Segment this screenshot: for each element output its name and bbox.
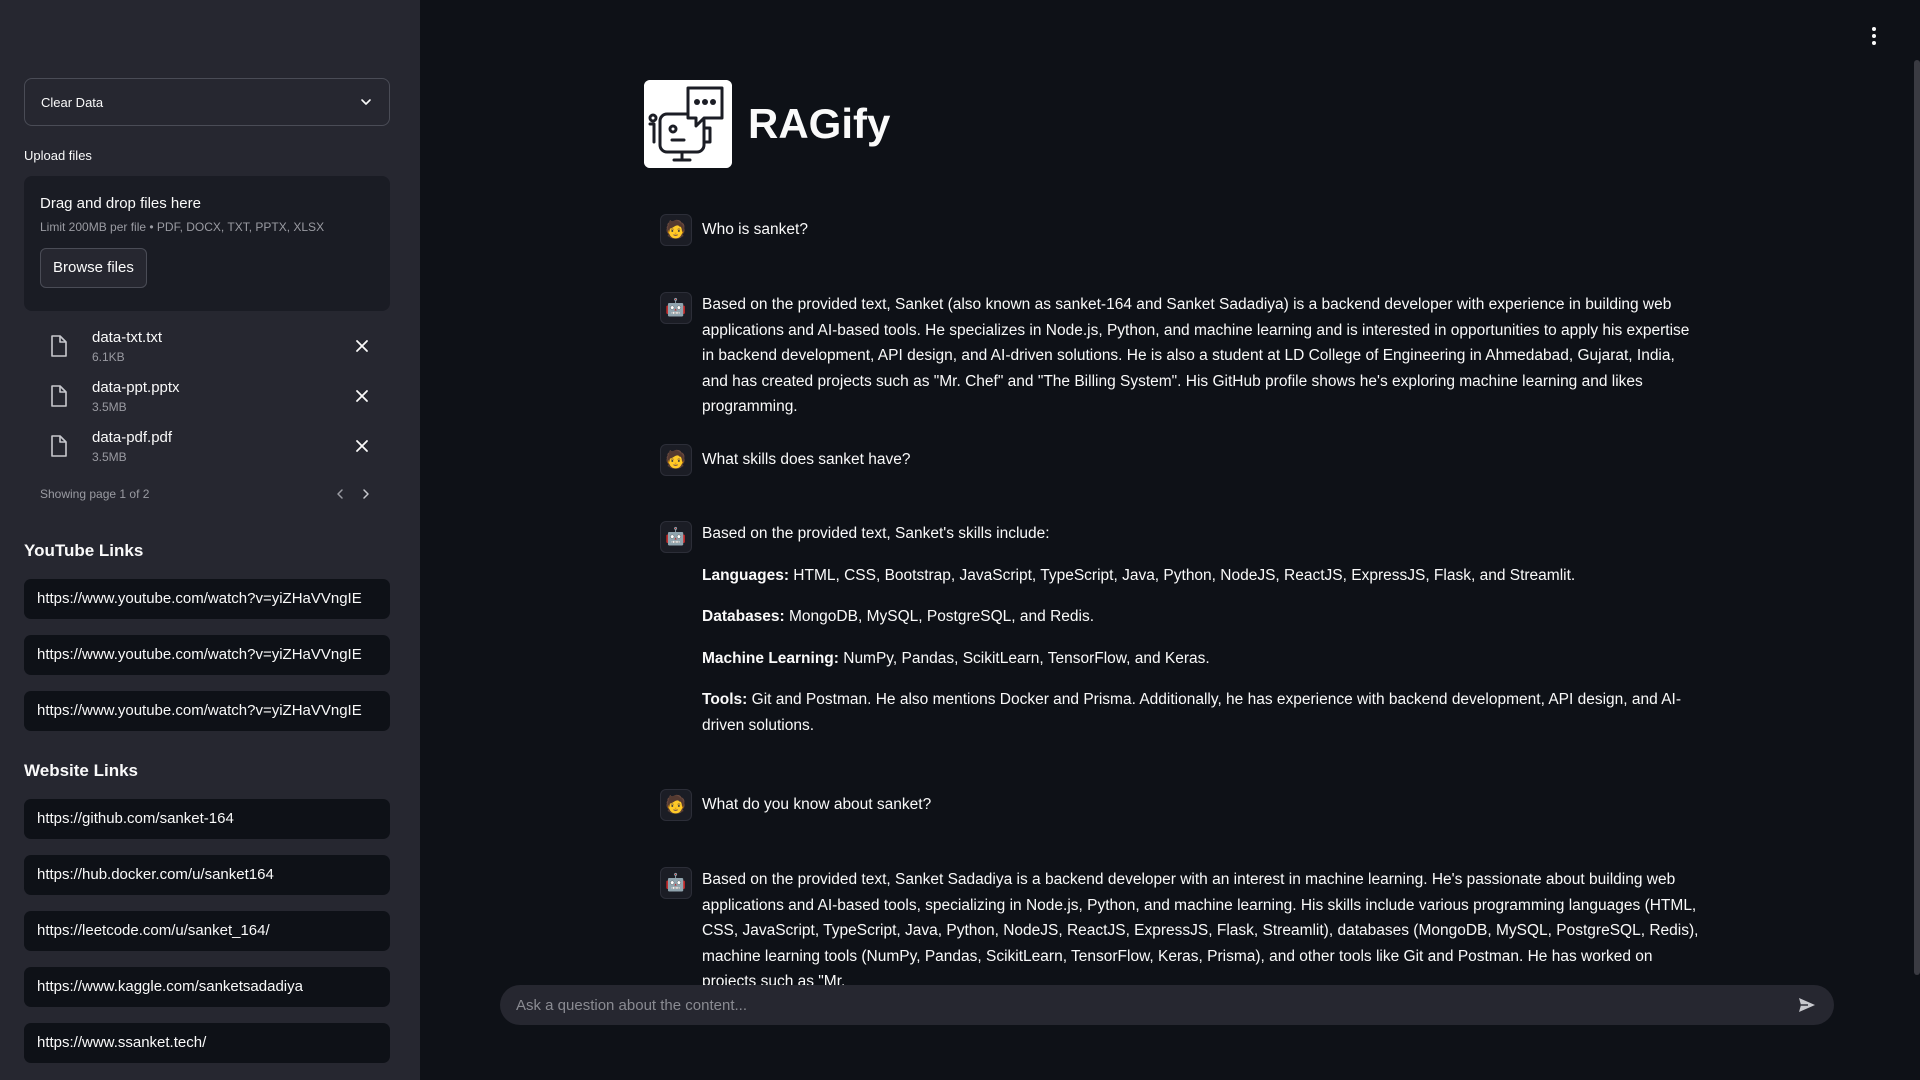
skill-item: Databases: MongoDB, MySQL, PostgreSQL, a… (702, 604, 1702, 630)
assistant-message: 🤖 Based on the provided text, Sanket's s… (660, 521, 1720, 738)
youtube-link-input[interactable]: https://www.youtube.com/watch?v=yiZHaVVn… (24, 635, 390, 675)
youtube-links-heading: YouTube Links (24, 541, 144, 560)
main-area: RAGify 🧑 Who is sanket? 🤖 Based on the p… (420, 0, 1920, 1080)
website-link-input[interactable]: https://www.kaggle.com/sanketsadadiya (24, 967, 390, 1007)
upload-files-label: Upload files (24, 148, 92, 163)
user-message: 🧑 Who is sanket? (660, 214, 1720, 246)
skill-item: Languages: HTML, CSS, Bootstrap, JavaScr… (702, 563, 1702, 589)
file-dropzone[interactable]: Drag and drop files here Limit 200MB per… (24, 176, 390, 311)
assistant-avatar: 🤖 (660, 867, 692, 899)
skill-text: HTML, CSS, Bootstrap, JavaScript, TypeSc… (788, 566, 1576, 584)
file-size: 3.5MB (92, 449, 127, 464)
menu-dot (1872, 34, 1876, 38)
file-icon (51, 435, 67, 457)
chevron-down-icon (361, 99, 371, 105)
message-intro: Based on the provided text, Sanket's ski… (702, 525, 1050, 542)
previous-page-button[interactable] (334, 488, 346, 500)
clear-data-select-value: Clear Data (41, 94, 104, 110)
file-pager: Showing page 1 of 2 (24, 477, 390, 511)
chevron-left-icon (337, 489, 343, 499)
remove-file-button[interactable] (352, 386, 372, 406)
chevron-right-icon (363, 489, 369, 499)
send-icon (1799, 998, 1815, 1012)
file-name: data-txt.txt (92, 328, 163, 346)
sidebar: Clear Data Upload files Drag and drop fi… (0, 0, 420, 1080)
file-item: data-ppt.pptx 3.5MB (24, 371, 390, 421)
close-icon (356, 390, 368, 402)
message-text: What do you know about sanket? (702, 796, 932, 813)
message-text: What skills does sanket have? (702, 451, 911, 468)
file-size: 6.1KB (92, 349, 125, 364)
main-menu-button[interactable] (1864, 24, 1884, 48)
app-header: RAGify (644, 80, 890, 168)
scrollbar[interactable] (1914, 60, 1920, 975)
skill-label: Machine Learning: (702, 649, 839, 667)
chat-input[interactable] (516, 996, 1796, 1014)
skill-item: Machine Learning: NumPy, Pandas, ScikitL… (702, 646, 1702, 672)
close-icon (356, 440, 368, 452)
assistant-message: 🤖 Based on the provided text, Sanket (al… (660, 292, 1720, 420)
remove-file-button[interactable] (352, 336, 372, 356)
assistant-avatar: 🤖 (660, 521, 692, 553)
file-name: data-ppt.pptx (92, 378, 180, 396)
user-message: 🧑 What skills does sanket have? (660, 444, 1720, 476)
skill-label: Databases: (702, 608, 785, 625)
clear-data-select[interactable]: Clear Data (24, 78, 390, 126)
close-icon (356, 340, 368, 352)
file-item: data-pdf.pdf 3.5MB (24, 421, 390, 471)
user-avatar: 🧑 (660, 214, 692, 246)
file-icon (51, 335, 67, 357)
skill-text: NumPy, Pandas, ScikitLearn, TensorFlow, … (838, 649, 1210, 667)
dropzone-limit: Limit 200MB per file • PDF, DOCX, TXT, P… (40, 220, 325, 234)
menu-dot (1872, 27, 1876, 31)
assistant-avatar: 🤖 (660, 292, 692, 324)
skill-text: Git and Postman. He also mentions Docker… (702, 691, 1682, 734)
send-button[interactable] (1796, 994, 1818, 1016)
browse-files-button[interactable]: Browse files (40, 248, 147, 288)
user-avatar: 🧑 (660, 789, 692, 821)
user-avatar: 🧑 (660, 444, 692, 476)
website-link-input[interactable]: https://www.ssanket.tech/ (24, 1023, 390, 1063)
uploaded-file-list: data-txt.txt 6.1KB data-ppt.pptx 3.5MB d… (24, 321, 390, 471)
pager-text: Showing page 1 of 2 (40, 487, 150, 501)
app-title: RAGify (748, 100, 891, 147)
remove-file-button[interactable] (352, 436, 372, 456)
website-link-input[interactable]: https://github.com/sanket-164 (24, 799, 390, 839)
skill-label: Languages: (702, 566, 789, 584)
file-item: data-txt.txt 6.1KB (24, 321, 390, 371)
skill-text: MongoDB, MySQL, PostgreSQL, and Redis. (784, 608, 1094, 625)
robot-chat-logo-icon (644, 80, 732, 168)
file-size: 3.5MB (92, 399, 127, 414)
youtube-link-input[interactable]: https://www.youtube.com/watch?v=yiZHaVVn… (24, 579, 390, 619)
chat-input-bar[interactable] (500, 985, 1834, 1025)
skill-label: Tools: (702, 691, 748, 708)
file-icon (51, 385, 67, 407)
menu-dot (1872, 41, 1876, 45)
message-text: Who is sanket? (702, 221, 808, 238)
skill-item: Tools: Git and Postman. He also mentions… (702, 687, 1702, 738)
user-message: 🧑 What do you know about sanket? (660, 789, 1720, 821)
next-page-button[interactable] (360, 488, 372, 500)
dropzone-title: Drag and drop files here (40, 195, 201, 212)
message-text: Based on the provided text, Sanket Sadad… (702, 871, 1699, 985)
message-text: Based on the provided text, Sanket (also… (702, 296, 1690, 415)
file-name: data-pdf.pdf (92, 428, 173, 446)
website-links-heading: Website Links (24, 761, 138, 780)
assistant-message: 🤖 Based on the provided text, Sanket Sad… (660, 867, 1720, 985)
youtube-link-input[interactable]: https://www.youtube.com/watch?v=yiZHaVVn… (24, 691, 390, 731)
website-link-input[interactable]: https://hub.docker.com/u/sanket164 (24, 855, 390, 895)
website-link-input[interactable]: https://leetcode.com/u/sanket_164/ (24, 911, 390, 951)
